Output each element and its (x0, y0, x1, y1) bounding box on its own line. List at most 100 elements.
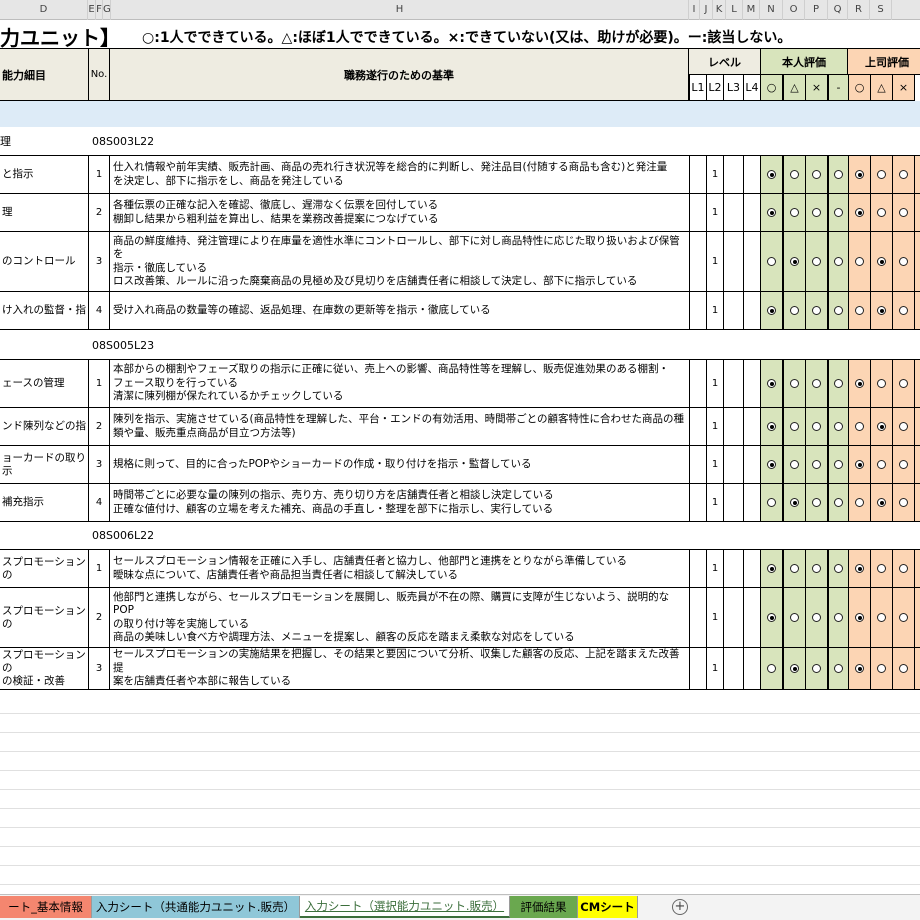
criteria-cell[interactable]: 他部門と連携しながら、セールスプロモーションを展開し、販売員が不在の際、購買に支… (109, 587, 690, 648)
boss-eval-cell[interactable] (892, 587, 915, 648)
boss-eval-cell[interactable] (870, 445, 893, 484)
level-cell[interactable] (723, 291, 744, 330)
boss-eval-radio[interactable] (877, 257, 886, 266)
column-letter[interactable]: J (700, 0, 713, 20)
boss-eval-cell[interactable] (892, 549, 915, 588)
level-cell[interactable] (743, 483, 761, 522)
level-cell[interactable] (743, 647, 761, 690)
boss-eval-cell[interactable] (892, 291, 915, 330)
level-cell[interactable]: 1 (706, 445, 724, 484)
self-eval-radio[interactable] (790, 664, 799, 673)
skill-cell[interactable]: 補充指示 (0, 483, 89, 522)
level-cell[interactable] (689, 193, 707, 232)
self-eval-radio[interactable] (812, 379, 821, 388)
level-cell[interactable]: 1 (706, 549, 724, 588)
boss-eval-cell[interactable] (870, 359, 893, 408)
boss-eval-cell[interactable] (848, 155, 871, 194)
level-cell[interactable] (723, 359, 744, 408)
level-cell[interactable]: 1 (706, 291, 724, 330)
level-cell[interactable] (743, 549, 761, 588)
self-eval-cell[interactable] (783, 483, 806, 522)
column-letter[interactable]: L (726, 0, 743, 20)
level-cell[interactable] (723, 193, 744, 232)
skill-cell[interactable]: スプロモーションの (0, 549, 89, 588)
column-letter[interactable]: F (96, 0, 103, 20)
self-eval-radio[interactable] (767, 257, 776, 266)
boss-eval-cell[interactable] (892, 359, 915, 408)
self-eval-radio[interactable] (812, 613, 821, 622)
self-eval-radio[interactable] (767, 564, 776, 573)
column-letter[interactable]: G (103, 0, 111, 20)
boss-eval-radio[interactable] (899, 306, 908, 315)
skill-cell[interactable]: ェースの管理 (0, 359, 89, 408)
boss-eval-radio[interactable] (899, 664, 908, 673)
self-eval-cell[interactable] (805, 193, 828, 232)
boss-eval-radio[interactable] (899, 170, 908, 179)
level-cell[interactable] (723, 549, 744, 588)
self-eval-cell[interactable] (805, 445, 828, 484)
skill-cell[interactable]: け入れの監督・指 (0, 291, 89, 330)
sheet-tab[interactable]: ート_基本情報 (0, 896, 92, 918)
boss-eval-radio[interactable] (899, 257, 908, 266)
boss-eval-cell[interactable] (848, 647, 871, 690)
criteria-cell[interactable]: 本部からの棚割やフェーズ取りの指示に正確に従い、売上への影響、商品特性等を理解し… (109, 359, 690, 408)
boss-eval-radio[interactable] (877, 664, 886, 673)
boss-eval-radio[interactable] (877, 498, 886, 507)
column-letter[interactable]: E (88, 0, 96, 20)
column-letter[interactable]: S (870, 0, 892, 20)
self-eval-radio[interactable] (767, 379, 776, 388)
boss-eval-radio[interactable] (899, 208, 908, 217)
column-letter[interactable]: H (111, 0, 689, 20)
sheet-tab[interactable]: 入力シート（共通能力ユニット.販売） (92, 896, 300, 918)
self-eval-cell[interactable] (760, 193, 783, 232)
add-sheet-button[interactable]: + (672, 899, 688, 915)
criteria-cell[interactable]: 時間帯ごとに必要な量の陳列の指示、売り方、売り切り方を店舗責任者と相談し決定して… (109, 483, 690, 522)
self-eval-radio[interactable] (812, 460, 821, 469)
boss-eval-radio[interactable] (855, 257, 864, 266)
skill-cell[interactable]: ョーカードの取り 示 (0, 445, 89, 484)
boss-eval-cell[interactable] (870, 155, 893, 194)
self-eval-cell[interactable] (828, 155, 849, 194)
level-cell[interactable]: 1 (706, 587, 724, 648)
boss-eval-radio[interactable] (899, 498, 908, 507)
self-eval-radio[interactable] (790, 460, 799, 469)
self-eval-cell[interactable] (805, 587, 828, 648)
column-letter[interactable]: Q (828, 0, 848, 20)
boss-eval-radio[interactable] (877, 613, 886, 622)
self-eval-cell[interactable] (805, 231, 828, 292)
boss-eval-radio[interactable] (899, 564, 908, 573)
boss-eval-cell[interactable] (892, 155, 915, 194)
boss-eval-cell[interactable] (848, 231, 871, 292)
self-eval-radio[interactable] (767, 306, 776, 315)
level-cell[interactable] (743, 445, 761, 484)
self-eval-radio[interactable] (834, 170, 843, 179)
boss-eval-radio[interactable] (877, 460, 886, 469)
self-eval-cell[interactable] (828, 291, 849, 330)
boss-eval-cell[interactable] (870, 647, 893, 690)
level-cell[interactable] (689, 291, 707, 330)
self-eval-cell[interactable] (783, 231, 806, 292)
level-cell[interactable] (743, 155, 761, 194)
boss-eval-radio[interactable] (855, 460, 864, 469)
skill-cell[interactable]: スプロモーションの (0, 587, 89, 648)
boss-eval-cell[interactable] (870, 587, 893, 648)
self-eval-cell[interactable] (783, 549, 806, 588)
boss-eval-cell[interactable] (892, 483, 915, 522)
level-cell[interactable] (723, 647, 744, 690)
level-cell[interactable]: 1 (706, 231, 724, 292)
self-eval-radio[interactable] (834, 564, 843, 573)
self-eval-radio[interactable] (834, 460, 843, 469)
level-cell[interactable] (723, 155, 744, 194)
level-cell[interactable] (743, 291, 761, 330)
boss-eval-cell[interactable] (870, 291, 893, 330)
criteria-cell[interactable]: セールスプロモーションの実施結果を把握し、その結果と要因について分析、収集した顧… (109, 647, 690, 690)
boss-eval-radio[interactable] (899, 379, 908, 388)
self-eval-radio[interactable] (767, 460, 776, 469)
boss-eval-radio[interactable] (877, 208, 886, 217)
self-eval-cell[interactable] (805, 549, 828, 588)
self-eval-cell[interactable] (783, 291, 806, 330)
column-letter[interactable]: O (783, 0, 805, 20)
column-letter[interactable]: I (689, 0, 700, 20)
skill-cell[interactable]: と指示 (0, 155, 89, 194)
level-cell[interactable] (743, 231, 761, 292)
